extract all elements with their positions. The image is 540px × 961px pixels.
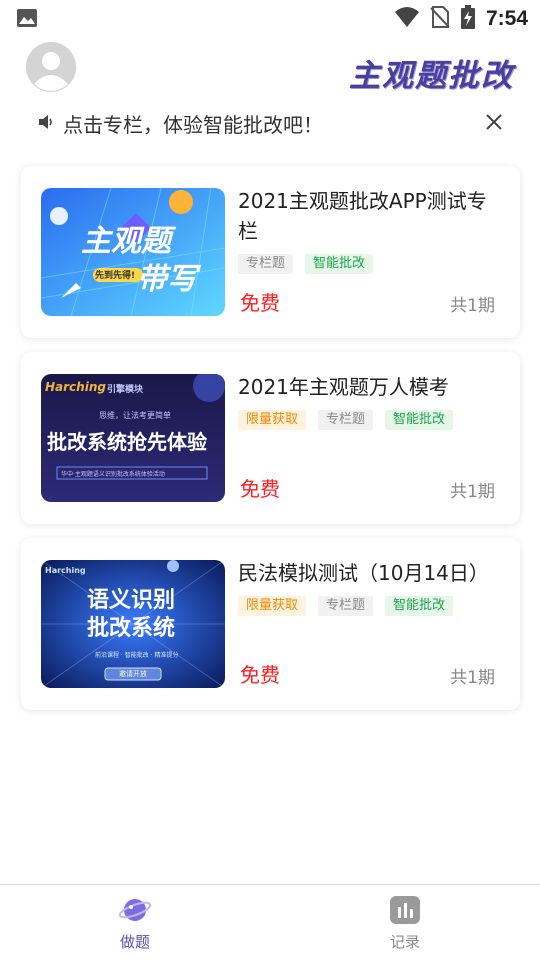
column-title: 民法模拟测试（10月14日） <box>238 561 489 585</box>
gallery-notification-icon <box>16 8 38 32</box>
thumbnail-main-text: 批改系统抢先体验 <box>47 430 207 454</box>
price-label: 免费 <box>240 477 280 501</box>
tag-list: 限量获取 专栏题 智能批改 <box>238 596 454 616</box>
column-title: 2021年主观题万人模考 <box>238 375 449 399</box>
tag-column-question: 专栏题 <box>318 596 374 616</box>
notice-text: 点击专栏，体验智能批改吧！ <box>63 113 323 137</box>
thumbnail-footer-text: 华中·主观题语义识别批改系统体验活动 <box>61 471 165 478</box>
column-thumbnail: Harching 引擎模块 思维，让法考更简单 批改系统抢先体验 华中·主观题语… <box>41 374 225 502</box>
planet-icon <box>118 899 152 929</box>
column-card[interactable]: 主观题 带写 先到先得! 2021主观题批改APP测试专栏 专栏题 智能批改 免… <box>21 166 520 338</box>
brand-title: 主观题批改 <box>349 58 514 94</box>
thumbnail-brand: Harching <box>45 380 106 394</box>
nav-item-records[interactable]: 记录 <box>345 895 465 952</box>
tag-smart-grading: 智能批改 <box>385 410 454 430</box>
user-avatar-icon <box>26 42 76 92</box>
thumbnail-brand: Harching <box>45 566 86 575</box>
nav-label: 做题 <box>119 933 150 951</box>
tag-limited: 限量获取 <box>238 596 307 616</box>
tag-column-question: 专栏题 <box>238 254 294 274</box>
price-label: 免费 <box>240 291 280 315</box>
tag-smart-grading: 智能批改 <box>305 254 374 274</box>
thumbnail-small-text: 思维，让法考更简单 <box>99 411 171 420</box>
status-bar: 7:54 <box>0 0 540 36</box>
column-thumbnail: Harching 语义识别 批改系统 前沿课程 · 智能批改 · 精准提分 邀请… <box>41 560 225 688</box>
notice-bar: 点击专栏，体验智能批改吧！ <box>0 100 540 144</box>
column-title: 2021主观题批改APP测试专栏 <box>238 189 487 243</box>
tag-list: 专栏题 智能批改 <box>238 254 374 274</box>
tag-column-question: 专栏题 <box>318 410 374 430</box>
speaker-icon <box>38 114 56 134</box>
nav-label: 记录 <box>389 933 420 951</box>
app-header: 主观题批改 <box>0 36 540 100</box>
column-card[interactable]: Harching 引擎模块 思维，让法考更简单 批改系统抢先体验 华中·主观题语… <box>21 352 520 524</box>
battery-charging-icon <box>460 5 476 33</box>
close-icon[interactable] <box>484 112 504 132</box>
thumbnail-sub-text: 前沿课程 · 智能批改 · 精准提分 <box>95 652 179 659</box>
tag-list: 限量获取 专栏题 智能批改 <box>238 410 454 430</box>
thumbnail-badge-text: 先到先得! <box>95 271 136 281</box>
price-label: 免费 <box>240 663 280 687</box>
thumbnail-button-text: 邀请开放 <box>119 670 147 678</box>
column-card[interactable]: Harching 语义识别 批改系统 前沿课程 · 智能批改 · 精准提分 邀请… <box>21 538 520 710</box>
nav-item-practice[interactable]: 做题 <box>75 895 195 952</box>
thumbnail-brand-cn: 引擎模块 <box>107 385 144 395</box>
thumbnail-sub-text: 带写 <box>137 262 197 297</box>
no-sim-icon <box>430 5 450 33</box>
bottom-nav: 做题 记录 <box>0 884 540 961</box>
tag-limited: 限量获取 <box>238 410 307 430</box>
avatar[interactable] <box>26 42 76 92</box>
bar-chart-icon <box>389 896 421 929</box>
thumbnail-main-text-2: 批改系统 <box>87 616 176 641</box>
period-count: 共1期 <box>450 482 495 502</box>
tag-smart-grading: 智能批改 <box>385 596 454 616</box>
column-thumbnail: 主观题 带写 先到先得! <box>41 188 225 316</box>
period-count: 共1期 <box>450 296 495 316</box>
clock-time: 7:54 <box>485 7 528 30</box>
period-count: 共1期 <box>450 668 495 688</box>
wifi-icon <box>394 6 420 32</box>
